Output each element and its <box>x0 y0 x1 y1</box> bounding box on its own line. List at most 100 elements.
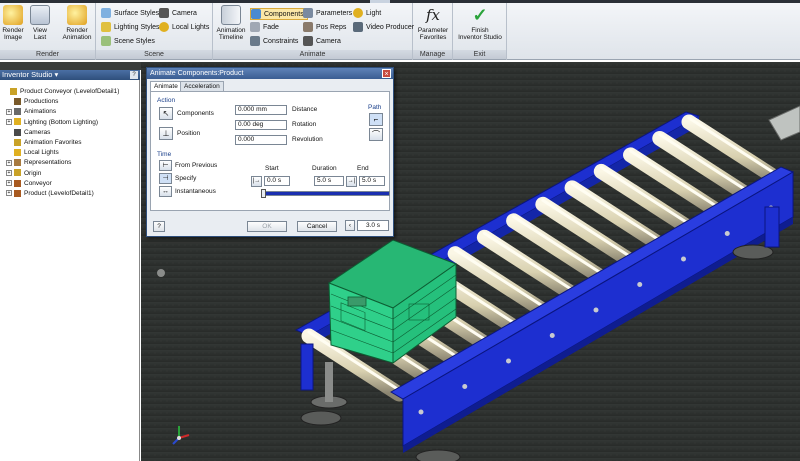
crate-handle <box>347 296 367 307</box>
animate-components-button[interactable]: Components <box>250 8 308 20</box>
slider-thumb[interactable] <box>261 189 266 198</box>
browser-tree-item[interactable]: + Product (LevelofDetail1) <box>6 189 94 198</box>
components-select-button[interactable]: ↖ <box>159 107 173 120</box>
surface-styles-button[interactable]: Surface Styles <box>101 8 159 20</box>
start-pick-button[interactable]: |→ <box>251 176 262 187</box>
end-field[interactable]: 5.0 s <box>359 176 385 186</box>
scene-styles-button[interactable]: Scene Styles <box>101 36 155 48</box>
time-section-label: Time <box>157 151 172 158</box>
animate-pos-reps-button[interactable]: Pos Reps <box>303 22 346 34</box>
browser-tree-item[interactable]: + Origin <box>6 169 41 178</box>
cancel-button[interactable]: Cancel <box>297 221 337 232</box>
ribbon-group-animate: Animation Timeline Components Fade Const… <box>213 3 414 60</box>
duration-field[interactable]: 5.0 s <box>314 176 344 186</box>
local-lights-button[interactable]: Local Lights <box>159 22 209 34</box>
end-marker-icon: →| <box>347 178 356 184</box>
dialog-title-bar[interactable]: Animate Components:Product × <box>147 68 393 79</box>
dialog-close-button[interactable]: × <box>382 69 391 78</box>
collapse-button[interactable]: ‹ <box>345 220 355 231</box>
browser-tree-item[interactable]: Productions <box>6 97 58 106</box>
view-last-button[interactable]: View Last <box>29 5 51 41</box>
animation-timeline-button[interactable]: Animation Timeline <box>215 5 247 41</box>
finish-inventor-studio-button[interactable]: ✓ Finish Inventor Studio <box>455 5 505 41</box>
from-previous-button[interactable]: ⊢ <box>159 160 172 171</box>
position-button[interactable]: ⊥ <box>159 127 173 140</box>
browser-tree-item[interactable]: + Representations <box>6 158 71 167</box>
rotation-label: Rotation <box>292 121 317 128</box>
surface-styles-icon <box>101 8 111 19</box>
animate-fade-button[interactable]: Fade <box>250 22 279 34</box>
start-field[interactable]: 0.0 s <box>264 176 290 186</box>
scene-camera-button[interactable]: Camera <box>159 8 197 20</box>
path-curved-button[interactable]: ⌒ <box>369 128 383 141</box>
dialog-help-button[interactable]: ? <box>153 221 165 232</box>
expand-toggle[interactable]: + <box>6 169 12 176</box>
animate-parameters-button[interactable]: Parameters <box>303 8 352 20</box>
expand-toggle[interactable]: + <box>6 118 12 125</box>
animation-timeline-label: Animation Timeline <box>216 27 246 41</box>
browser-tree-item[interactable]: Animation Favorites <box>6 138 81 147</box>
tab-acceleration[interactable]: Acceleration <box>180 81 224 91</box>
video-producer-button[interactable]: Video Producer <box>353 22 414 34</box>
expand-toggle[interactable]: + <box>6 108 12 115</box>
tree-item-label: Origin <box>24 169 42 177</box>
browser-title[interactable]: Inventor Studio ▾ <box>2 70 58 79</box>
ok-button[interactable]: OK <box>247 221 287 232</box>
tree-item-label: Representations <box>24 159 72 167</box>
revolution-field[interactable]: 0.000 <box>235 135 287 145</box>
distance-field[interactable]: 0.000 mm <box>235 105 287 115</box>
tree-node-icon <box>14 108 21 116</box>
end-pick-button[interactable]: →| <box>346 176 357 187</box>
dialog-title: Animate Components:Product <box>150 70 244 77</box>
browser-title-bar[interactable]: Inventor Studio ▾ ? <box>0 70 140 80</box>
animate-light-button[interactable]: Light <box>353 8 381 20</box>
ribbon-group-manage: fx Parameter Favorites Manage <box>413 3 453 60</box>
browser-help-button[interactable]: ? <box>130 71 138 79</box>
parameters-icon <box>303 8 313 19</box>
scene-styles-icon <box>101 36 111 47</box>
browser-tree-item[interactable]: + Conveyor <box>6 179 52 188</box>
parameter-favorites-button[interactable]: fx Parameter Favorites <box>415 5 451 41</box>
scene-group-title: Scene <box>96 50 212 59</box>
time-range-slider[interactable] <box>261 189 390 198</box>
tree-item-label: Productions <box>24 98 59 106</box>
rail-bolt <box>637 282 643 287</box>
path-linear-button[interactable]: ⌐ <box>369 113 383 126</box>
light-bulb-icon <box>159 22 169 33</box>
view-last-label: View Last <box>33 27 47 41</box>
browser-tree-item[interactable]: Product Conveyor (LevelofDetail1) <box>2 87 119 96</box>
animate-constraints-button[interactable]: Constraints <box>250 36 298 48</box>
specify-icon: ⊣ <box>162 175 169 182</box>
browser-tree-item[interactable]: + Lighting (Bottom Lighting) <box>6 118 98 127</box>
specify-button[interactable]: ⊣ <box>159 173 172 184</box>
tree-node-icon <box>14 148 21 156</box>
tree-node-icon <box>14 97 21 105</box>
components-icon <box>251 9 261 19</box>
tree-node-icon <box>10 87 17 95</box>
browser-tree-item[interactable]: + Animations <box>6 107 56 116</box>
render-image-button[interactable]: Render Image <box>2 5 24 41</box>
browser-tree-item[interactable]: Cameras <box>6 128 50 137</box>
browser-tree-item[interactable]: Local Lights <box>6 148 59 157</box>
expand-toggle[interactable]: + <box>6 159 12 166</box>
tree-item-label: Animations <box>24 108 57 116</box>
expand-toggle[interactable]: + <box>6 190 12 197</box>
checkmark-icon: ✓ <box>472 5 488 25</box>
expand-toggle[interactable]: + <box>6 180 12 187</box>
ribbon-group-render: Render Image View Last Render Animation … <box>0 3 96 60</box>
instantaneous-label: Instantaneous <box>175 188 216 195</box>
instantaneous-icon: ↔ <box>162 188 169 195</box>
render-animation-button[interactable]: Render Animation <box>60 5 94 41</box>
start-label: Start <box>265 165 279 172</box>
tree-node-icon <box>14 128 21 136</box>
path-label: Path <box>368 104 382 111</box>
instantaneous-button[interactable]: ↔ <box>159 186 172 197</box>
rotation-field[interactable]: 0.00 deg <box>235 120 287 130</box>
fade-label: Fade <box>263 24 279 31</box>
exit-group-title: Exit <box>453 50 506 59</box>
video-producer-label: Video Producer <box>366 24 415 31</box>
lighting-styles-button[interactable]: Lighting Styles <box>101 22 160 34</box>
animate-camera-button[interactable]: Camera <box>303 36 341 48</box>
